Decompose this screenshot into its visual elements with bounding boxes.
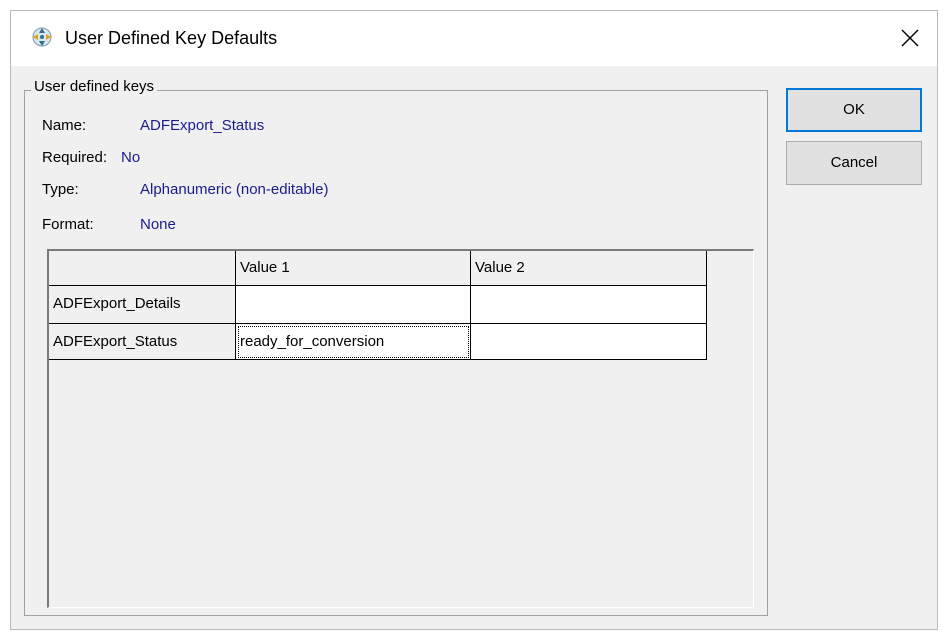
- cell-details-value1[interactable]: [236, 286, 471, 324]
- cell-status-value1[interactable]: ready_for_conversion: [236, 324, 471, 360]
- type-label: Type:: [42, 181, 79, 198]
- name-value: ADFExport_Status: [140, 117, 265, 134]
- group-legend: User defined keys: [31, 78, 158, 95]
- column-header-value1[interactable]: Value 1: [236, 251, 471, 286]
- ok-button[interactable]: OK: [786, 88, 922, 132]
- cancel-button[interactable]: Cancel: [786, 141, 922, 185]
- close-button[interactable]: [883, 11, 937, 66]
- type-value: Alphanumeric (non-editable): [140, 181, 329, 198]
- name-label: Name:: [42, 117, 87, 134]
- dialog-window: User Defined Key Defaults User defined k…: [10, 10, 938, 630]
- grid-corner-header: [49, 251, 236, 286]
- window-title: User Defined Key Defaults: [65, 28, 278, 48]
- format-label: Format:: [42, 216, 94, 233]
- column-header-value2[interactable]: Value 2: [471, 251, 707, 286]
- row-header-details[interactable]: ADFExport_Details: [49, 286, 236, 324]
- format-value: None: [140, 216, 176, 233]
- close-icon: [901, 29, 919, 47]
- cell-details-value2[interactable]: [471, 286, 707, 324]
- cell-status-value2[interactable]: [471, 324, 707, 360]
- required-value: No: [121, 149, 141, 166]
- app-crosshair-icon: [30, 25, 54, 49]
- title-bar[interactable]: User Defined Key Defaults: [11, 11, 937, 66]
- key-values-grid[interactable]: Value 1 Value 2 ADFExport_Details ADFExp…: [47, 249, 754, 608]
- row-header-status[interactable]: ADFExport_Status: [49, 324, 236, 360]
- required-label: Required:: [42, 149, 108, 166]
